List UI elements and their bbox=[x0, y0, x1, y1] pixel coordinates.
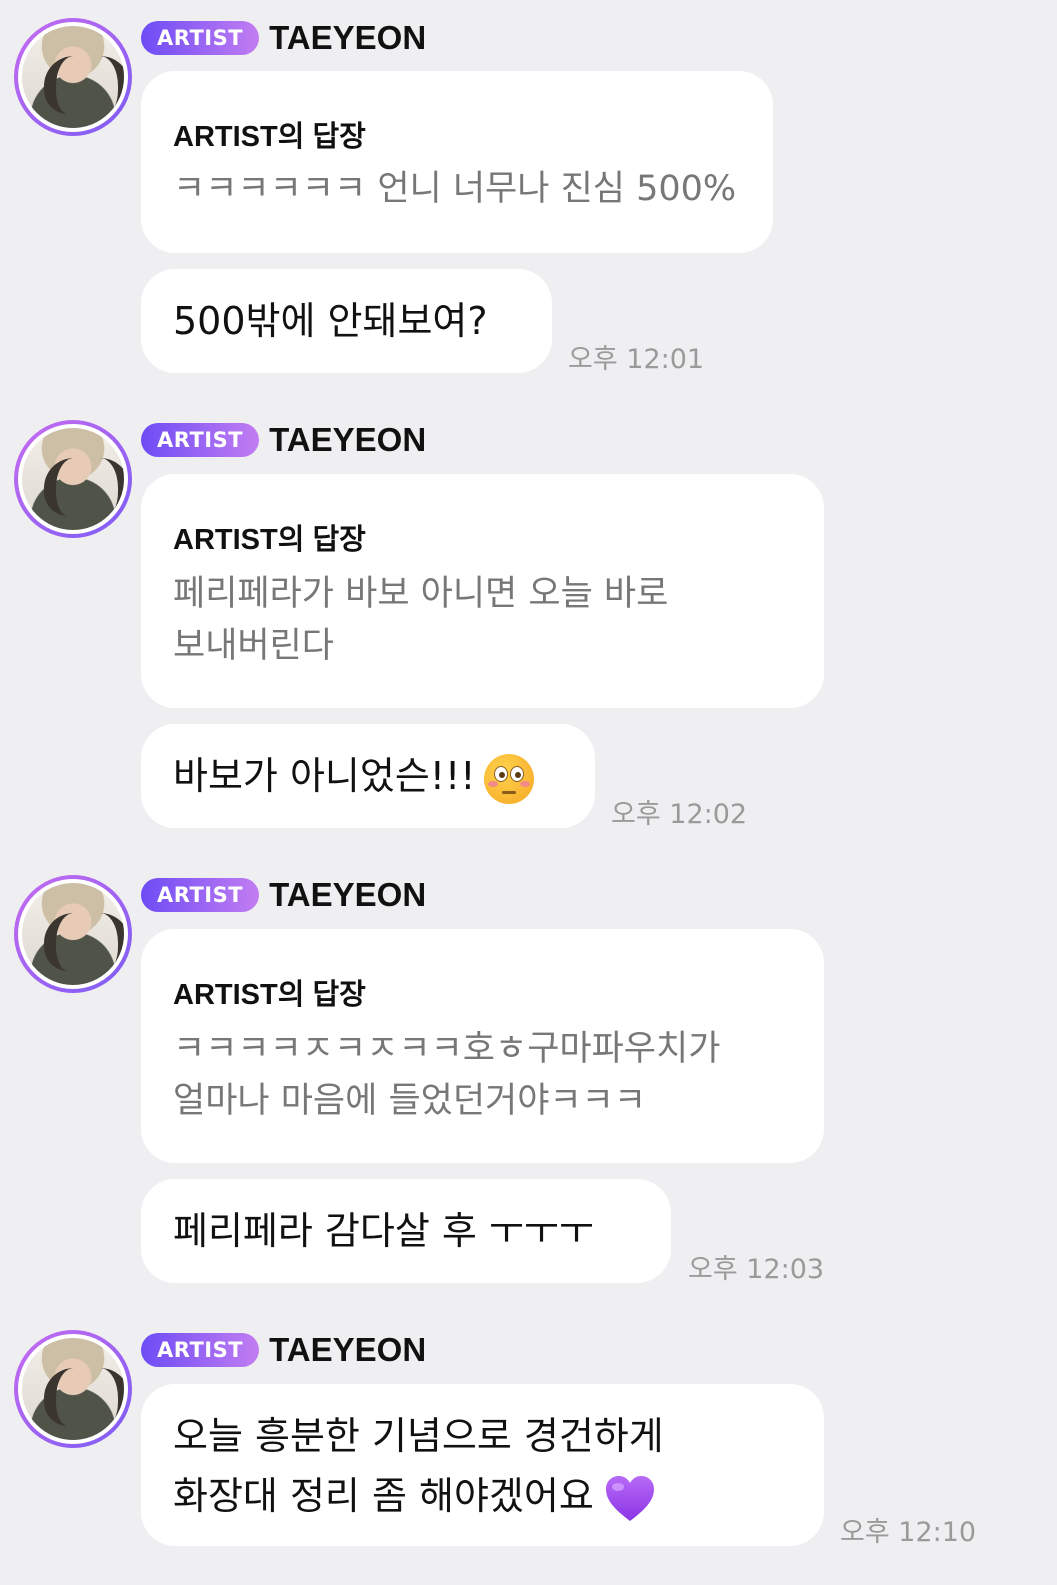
avatar-frame bbox=[18, 1334, 128, 1444]
artist-avatar[interactable] bbox=[14, 18, 132, 136]
reply-text: 페리페라가 바보 아니면 오늘 바로 보내버린다 bbox=[173, 568, 668, 672]
message-text: 오늘 흥분한 기념으로 경건하게 화장대 정리 좀 해야겠어요 bbox=[173, 1406, 664, 1526]
message-line: 화장대 정리 좀 해야겠어요 bbox=[173, 1474, 594, 1518]
avatar-frame bbox=[18, 22, 128, 132]
artist-avatar[interactable] bbox=[14, 875, 132, 993]
avatar-photo bbox=[22, 26, 124, 128]
reply-bubble[interactable]: ARTIST의 답장 페리페라가 바보 아니면 오늘 바로 보내버린다 bbox=[141, 474, 824, 708]
reply-text: ㅋㅋㅋㅋㅋㅋ 언니 너무나 진심 500% bbox=[173, 163, 736, 215]
sender-name[interactable]: TAEYEON bbox=[269, 876, 426, 914]
reply-line: ㅋㅋㅋㅋㅋㅋ 언니 너무나 진심 500% bbox=[173, 169, 737, 209]
message-line: 500밖에 안돼보여? bbox=[173, 299, 488, 343]
message-line: 페리페라 감다살 후 ㅜㅜㅜ bbox=[173, 1209, 594, 1253]
reply-line: 보내버린다 bbox=[173, 626, 335, 666]
sender-header: ARTIST TAEYEON bbox=[141, 1330, 426, 1370]
timestamp: 오후 12:03 bbox=[688, 1254, 825, 1285]
artist-badge: ARTIST bbox=[141, 878, 260, 912]
purple-heart-icon bbox=[605, 1475, 654, 1521]
timestamp: 오후 12:01 bbox=[568, 344, 705, 375]
sender-name[interactable]: TAEYEON bbox=[269, 1331, 426, 1369]
sender-name[interactable]: TAEYEON bbox=[269, 19, 426, 57]
message-line-with-emoji: 화장대 정리 좀 해야겠어요 bbox=[173, 1466, 664, 1526]
reply-text: ㅋㅋㅋㅋㅈㅋㅈㅋㅋ호ㅎ구마파우치가 얼마나 마음에 들었던거야ㅋㅋㅋ bbox=[173, 1023, 720, 1127]
message-bubble[interactable]: 페리페라 감다살 후 ㅜㅜㅜ bbox=[141, 1179, 671, 1283]
sender-header: ARTIST TAEYEON bbox=[141, 18, 426, 58]
avatar-photo bbox=[22, 883, 124, 985]
avatar-frame bbox=[18, 879, 128, 989]
message-bubble[interactable]: 오늘 흥분한 기념으로 경건하게 화장대 정리 좀 해야겠어요 bbox=[141, 1384, 824, 1546]
avatar-photo bbox=[22, 428, 124, 530]
sender-name[interactable]: TAEYEON bbox=[269, 421, 426, 459]
flushed-face-icon bbox=[483, 753, 534, 804]
sender-header: ARTIST TAEYEON bbox=[141, 420, 426, 460]
reply-line: 얼마나 마음에 들었던거야ㅋㅋㅋ bbox=[173, 1081, 647, 1121]
artist-avatar[interactable] bbox=[14, 420, 132, 538]
reply-label: ARTIST의 답장 bbox=[173, 121, 366, 153]
artist-avatar[interactable] bbox=[14, 1330, 132, 1448]
avatar-frame bbox=[18, 424, 128, 534]
message-text: 바보가 아니었슨!!! bbox=[173, 746, 534, 806]
message-bubble[interactable]: 500밖에 안돼보여? bbox=[141, 269, 552, 373]
artist-badge: ARTIST bbox=[141, 1333, 260, 1367]
artist-badge: ARTIST bbox=[141, 423, 260, 457]
message-line: 바보가 아니었슨!!! bbox=[173, 754, 476, 798]
timestamp: 오후 12:02 bbox=[611, 799, 748, 830]
timestamp: 오후 12:10 bbox=[840, 1517, 977, 1548]
reply-bubble[interactable]: ARTIST의 답장 ㅋㅋㅋㅋㅋㅋ 언니 너무나 진심 500% bbox=[141, 71, 773, 253]
reply-label: ARTIST의 답장 bbox=[173, 524, 366, 556]
message-text: 500밖에 안돼보여? bbox=[173, 291, 488, 351]
message-bubble[interactable]: 바보가 아니었슨!!! bbox=[141, 724, 595, 828]
avatar-photo bbox=[22, 1338, 124, 1440]
artist-badge: ARTIST bbox=[141, 21, 260, 55]
message-text: 페리페라 감다살 후 ㅜㅜㅜ bbox=[173, 1201, 594, 1261]
reply-line: 페리페라가 바보 아니면 오늘 바로 bbox=[173, 574, 669, 614]
sender-header: ARTIST TAEYEON bbox=[141, 875, 426, 915]
reply-bubble[interactable]: ARTIST의 답장 ㅋㅋㅋㅋㅈㅋㅈㅋㅋ호ㅎ구마파우치가 얼마나 마음에 들었던… bbox=[141, 929, 824, 1163]
reply-label: ARTIST의 답장 bbox=[173, 979, 366, 1011]
reply-line: ㅋㅋㅋㅋㅈㅋㅈㅋㅋ호ㅎ구마파우치가 bbox=[173, 1029, 721, 1069]
message-line: 오늘 흥분한 기념으로 경건하게 bbox=[173, 1414, 664, 1458]
